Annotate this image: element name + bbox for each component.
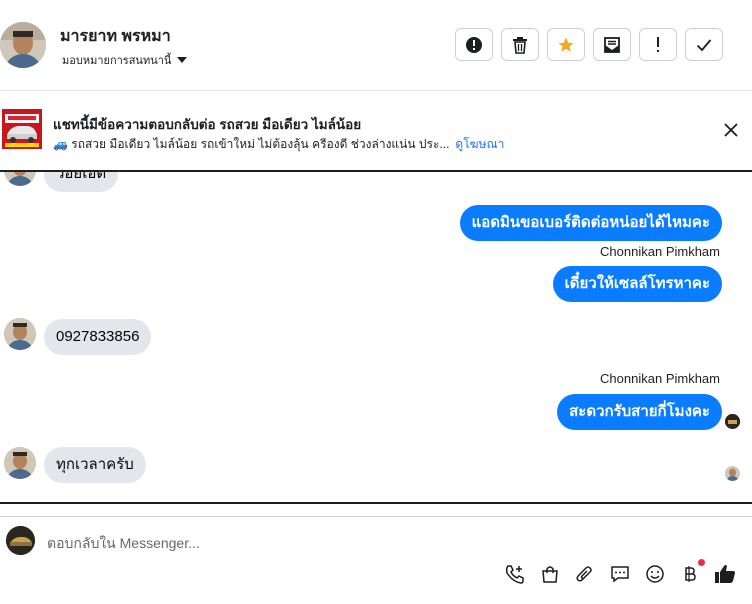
page-avatar — [6, 526, 35, 555]
view-ad-link[interactable]: ดูโฆษณา — [455, 135, 504, 154]
ad-reply-banner: แชทนี้มีข้อความตอบกลับต่อ รถสวย มือเดียว… — [0, 91, 752, 172]
incoming-message: ว่อยเอ็ต — [44, 172, 119, 192]
assign-label: มอบหมายการสนทนานี้ — [62, 55, 172, 67]
exclamation-icon — [657, 36, 659, 52]
close-icon — [724, 123, 738, 137]
outgoing-message: สะดวกรับสายกี่โมงคะ — [557, 394, 722, 430]
smiley-icon — [646, 565, 664, 583]
reply-input[interactable]: ตอบกลับใน Messenger... — [47, 533, 200, 555]
contact-avatar-small — [4, 318, 36, 350]
attach-button[interactable] — [574, 563, 596, 585]
sender-name: Chonnikan Pimkham — [600, 244, 720, 259]
done-button[interactable] — [685, 28, 723, 61]
follow-up-button[interactable] — [639, 28, 677, 61]
thumbs-up-icon — [715, 565, 735, 583]
paperclip-icon — [576, 566, 592, 582]
contact-seen-avatar — [725, 466, 740, 481]
shop-button[interactable] — [539, 563, 561, 585]
contact-name: มารยาท พรหมา — [60, 28, 171, 45]
ad-subtitle-row: 🚙 รถสวย มือเดียว ไมล์น้อย รถเข้าใหม่ ไม่… — [53, 135, 504, 154]
ad-title: แชทนี้มีข้อความตอบกลับต่อ รถสวย มือเดียว… — [53, 117, 362, 132]
emoji-button[interactable] — [644, 563, 666, 585]
header-actions — [455, 28, 723, 61]
contact-avatar-small — [4, 172, 36, 186]
trash-icon — [513, 36, 527, 54]
outgoing-message: แอดมินขอเบอร์ติดต่อหน่อยได้ไหมคะ — [459, 205, 722, 241]
outgoing-message: เดี๋ยวให้เซลล์โทรหาคะ — [552, 266, 722, 302]
close-banner-button[interactable] — [722, 121, 740, 139]
incoming-message: ทุกเวลาครับ — [44, 447, 146, 483]
delete-button[interactable] — [501, 28, 539, 61]
contact-avatar[interactable] — [0, 22, 46, 68]
message-thread[interactable]: ว่อยเอ็ต แอดมินขอเบอร์ติดต่อหน่อยได้ไหมค… — [0, 172, 752, 504]
chat-bubble-icon — [611, 566, 629, 583]
mark-unread-button[interactable] — [593, 28, 631, 61]
caret-down-icon — [177, 57, 188, 63]
payment-button[interactable] — [679, 559, 705, 585]
like-button[interactable] — [714, 563, 736, 585]
check-icon — [696, 38, 712, 51]
ad-thumbnail[interactable] — [2, 109, 42, 149]
contact-avatar-small — [4, 447, 36, 479]
star-button[interactable] — [547, 28, 585, 61]
page-seen-avatar — [725, 414, 740, 429]
notification-dot — [698, 559, 705, 566]
shopping-bag-icon — [542, 566, 558, 583]
envelope-icon — [604, 36, 620, 53]
conversation-header: มารยาท พรหมา มอบหมายการสนทนานี้ — [0, 0, 752, 91]
alert-circle-icon — [466, 36, 482, 53]
assign-conversation-dropdown[interactable]: มอบหมายการสนทนานี้ — [62, 51, 188, 69]
star-icon — [558, 37, 574, 52]
spam-button[interactable] — [455, 28, 493, 61]
baht-icon — [685, 566, 696, 582]
reply-composer: ตอบกลับใน Messenger... — [0, 516, 752, 604]
call-button[interactable] — [504, 563, 526, 585]
ad-subtitle: 🚙 รถสวย มือเดียว ไมล์น้อย รถเข้าใหม่ ไม่… — [53, 137, 450, 151]
incoming-message: 0927833856 — [44, 319, 152, 355]
composer-toolbar — [504, 559, 736, 585]
saved-replies-button[interactable] — [609, 563, 631, 585]
phone-plus-icon — [505, 565, 524, 584]
sender-name: Chonnikan Pimkham — [600, 371, 720, 386]
